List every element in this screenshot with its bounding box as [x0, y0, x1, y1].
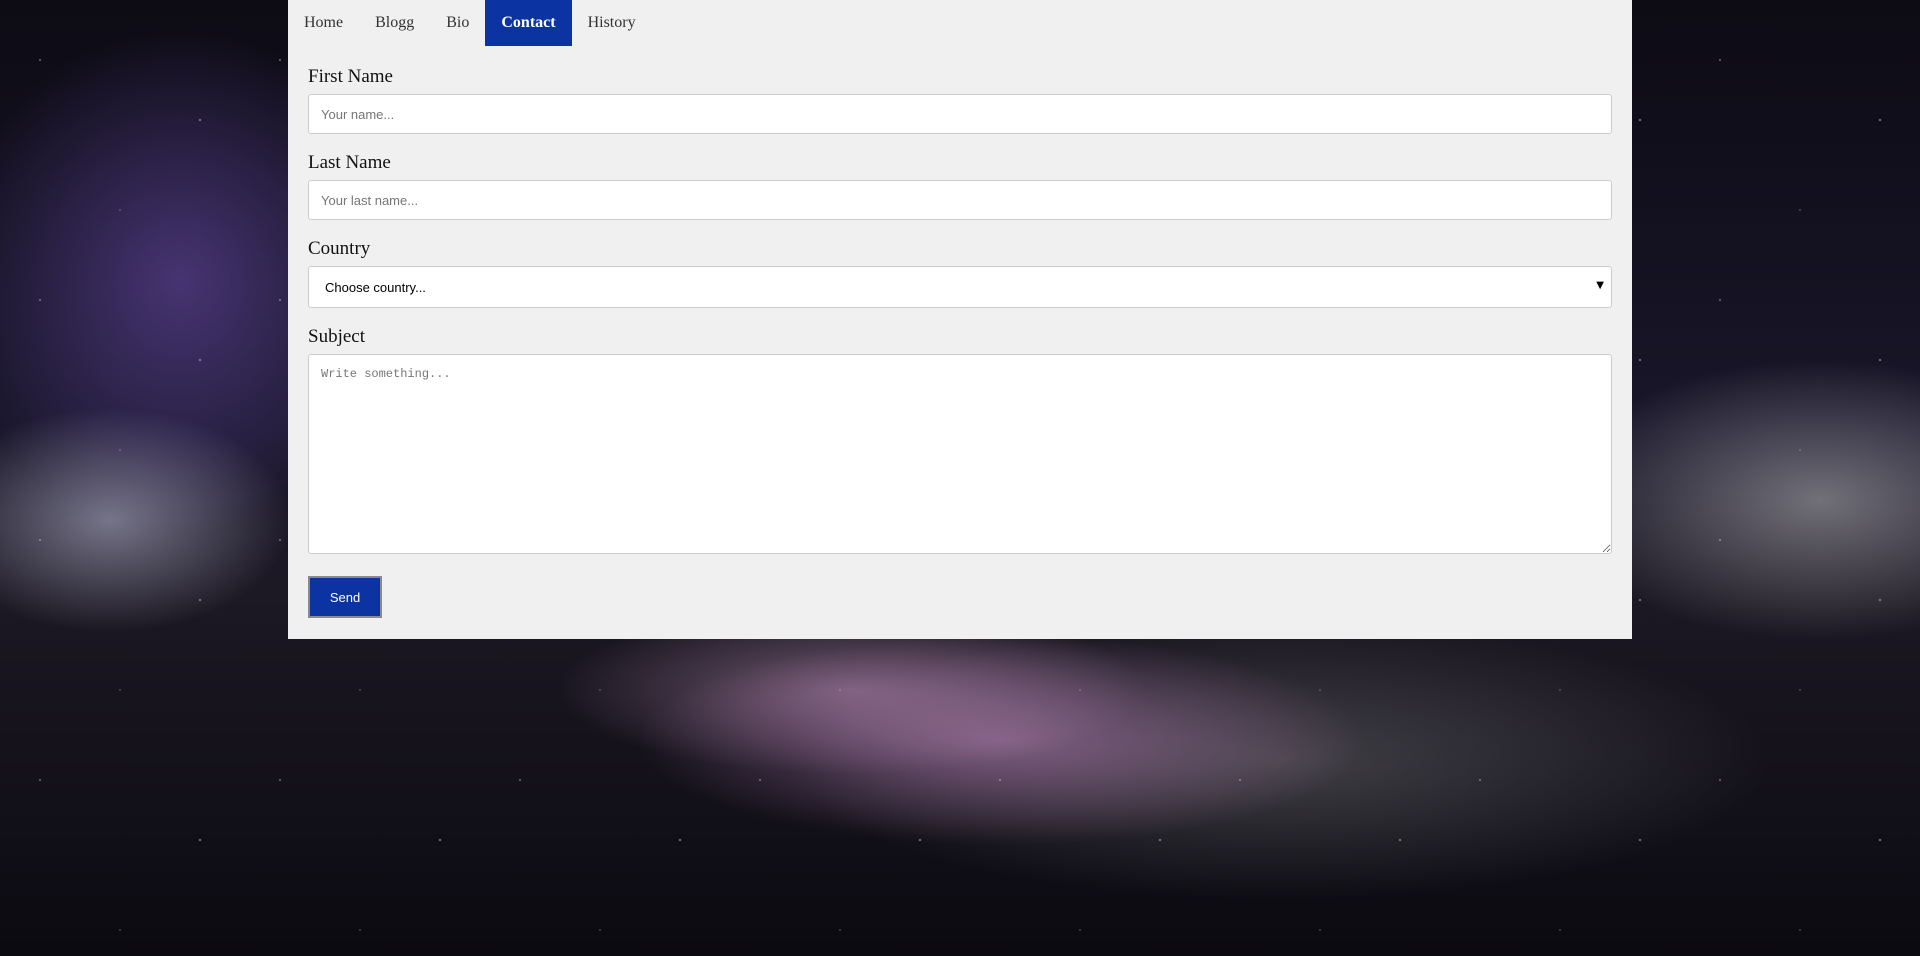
first-name-field[interactable] — [308, 94, 1612, 134]
nav-item-home[interactable]: Home — [288, 0, 359, 46]
send-button[interactable]: Send — [308, 576, 382, 618]
content-panel: Home Blogg Bio Contact History First Nam… — [288, 0, 1632, 639]
country-label: Country — [308, 238, 371, 259]
nav-item-bio[interactable]: Bio — [430, 0, 485, 46]
subject-label: Subject — [308, 326, 365, 347]
nav-item-blogg[interactable]: Blogg — [359, 0, 430, 46]
country-select[interactable]: Choose country... ▼ — [308, 266, 1612, 308]
top-nav: Home Blogg Bio Contact History — [288, 0, 1632, 46]
country-select-value[interactable]: Choose country... — [308, 266, 1612, 308]
dropdown-arrow-icon: ▼ — [1596, 280, 1604, 291]
contact-form: First Name Last Name Country Choose coun… — [288, 46, 1632, 618]
last-name-label: Last Name — [308, 152, 391, 173]
nav-item-contact[interactable]: Contact — [485, 0, 572, 46]
nav-item-history[interactable]: History — [572, 0, 652, 46]
first-name-label: First Name — [308, 66, 393, 87]
last-name-field[interactable] — [308, 180, 1612, 220]
subject-textarea[interactable] — [308, 354, 1612, 554]
